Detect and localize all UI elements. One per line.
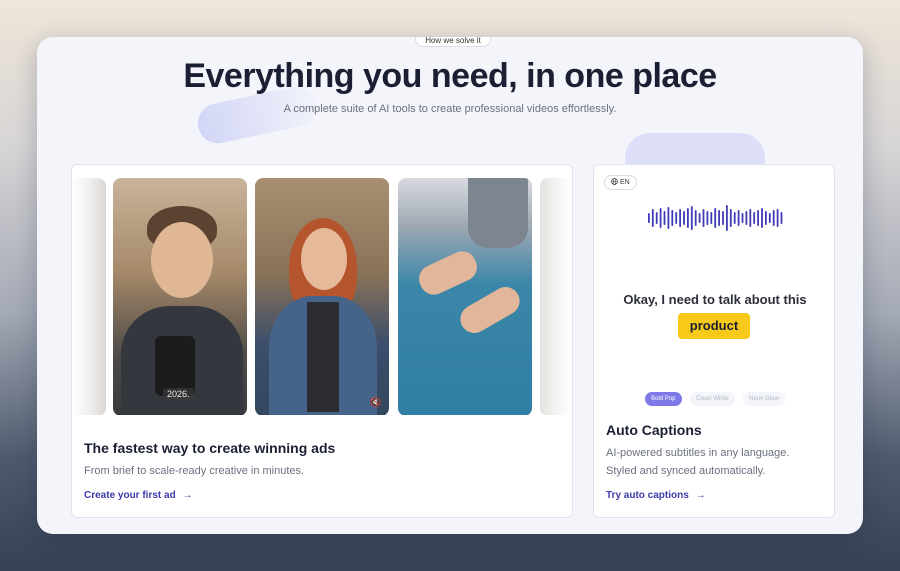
waveform-bar — [663, 211, 666, 225]
waveform-bar — [694, 210, 697, 226]
waveform-bar — [761, 208, 763, 228]
waveform-bar — [690, 206, 693, 230]
waveform-bar — [749, 209, 752, 227]
shirt-shape — [307, 302, 339, 412]
caption-preview-text: Okay, I need to talk about this — [623, 292, 807, 307]
page-subtitle: A complete suite of AI tools to create p… — [283, 103, 617, 115]
style-chip-clean-white[interactable]: Clean White — [689, 392, 735, 406]
waveform-bar — [655, 212, 658, 224]
auto-captions-card[interactable]: EN Okay, I need to talk about this produ… — [593, 164, 835, 518]
waveform-bar — [667, 207, 670, 229]
waveform-bar — [687, 208, 689, 228]
card-title: The fastest way to create winning ads — [84, 440, 336, 456]
waveform-bar — [683, 211, 685, 225]
link-label: Try auto captions — [606, 490, 689, 501]
waveform-bar — [722, 211, 724, 225]
arrow-right-icon: → — [695, 490, 706, 501]
waveform-bar — [729, 209, 732, 227]
waveform-bar — [671, 210, 674, 226]
waveform-bar — [745, 211, 748, 225]
waveform-bar — [741, 213, 744, 223]
create-first-ad-link[interactable]: Create your first ad → — [84, 490, 192, 501]
card-description-line1: AI-powered subtitles in any language. — [606, 447, 790, 459]
ad-creation-card[interactable]: 2026. 🔇 The fastest way to create winnin… — [71, 164, 573, 518]
feature-section: How we solve it Everything you need, in … — [37, 37, 863, 534]
phone-shape — [155, 336, 195, 396]
card-description: From brief to scale-ready creative in mi… — [84, 465, 305, 477]
language-label: EN — [620, 179, 630, 186]
waveform-bar — [710, 212, 713, 224]
carousel-fade-left — [72, 165, 112, 415]
waveform-bar — [780, 212, 783, 224]
arm-shape — [468, 178, 528, 248]
face-shape — [301, 228, 347, 290]
waveform-bar — [698, 213, 701, 223]
waveform-bar — [726, 205, 728, 231]
style-chip-bold-pop[interactable]: Bold Pop — [645, 392, 682, 406]
video-year-label: 2026. — [163, 388, 194, 400]
waveform-bar — [737, 210, 740, 226]
card-description-line2: Styled and synced automatically. — [606, 465, 766, 477]
carousel-fade-right — [534, 165, 572, 415]
waveform-bar — [659, 208, 662, 228]
waveform-bar — [765, 211, 767, 225]
waveform-bar — [776, 209, 779, 227]
waveform-bar — [772, 210, 775, 226]
video-thumbnail-woman[interactable]: 🔇 — [255, 178, 389, 415]
mute-icon[interactable]: 🔇 — [370, 397, 381, 408]
arrow-right-icon: → — [182, 490, 193, 501]
try-auto-captions-link[interactable]: Try auto captions → — [606, 490, 706, 501]
waveform-bar — [702, 209, 705, 227]
video-thumbnail-towel[interactable] — [398, 178, 532, 415]
audio-waveform — [648, 205, 783, 231]
waveform-bar — [718, 210, 720, 226]
waveform-bar — [757, 210, 759, 226]
caption-highlight-word: product — [678, 313, 750, 339]
globe-icon — [611, 178, 618, 185]
waveform-bar — [733, 212, 736, 224]
waveform-bar — [714, 208, 717, 228]
hand-shape — [414, 246, 482, 300]
waveform-bar — [753, 212, 756, 224]
style-chip-neon-glow[interactable]: Neon Glow — [743, 392, 785, 406]
waveform-bar — [648, 213, 650, 223]
face-shape — [151, 222, 213, 298]
caption-style-chips: Bold Pop Clean White Neon Glow — [594, 387, 834, 406]
page-title: Everything you need, in one place — [183, 57, 717, 95]
waveform-bar — [675, 212, 678, 224]
link-label: Create your first ad — [84, 490, 176, 501]
waveform-bar — [706, 211, 709, 225]
video-carousel[interactable]: 2026. 🔇 — [72, 165, 572, 415]
card-title: Auto Captions — [606, 422, 702, 438]
video-thumbnail-man[interactable]: 2026. — [113, 178, 247, 415]
waveform-bar — [679, 209, 681, 227]
waveform-bar — [651, 209, 654, 227]
language-selector[interactable]: EN — [604, 175, 637, 190]
waveform-bar — [768, 213, 771, 223]
section-tag: How we solve it — [415, 37, 491, 47]
hand-shape — [455, 281, 525, 339]
